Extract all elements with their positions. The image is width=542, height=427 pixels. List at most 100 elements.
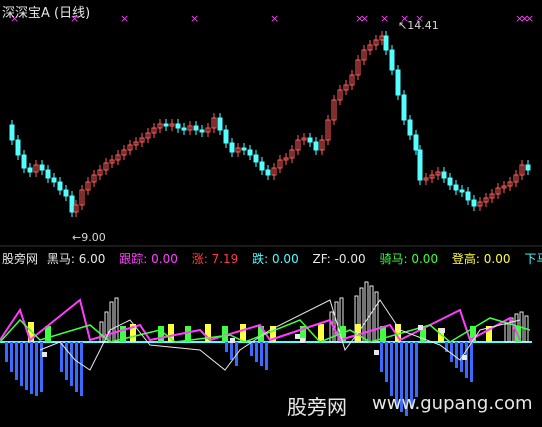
down-bar: [385, 342, 388, 382]
dismount-marker: [295, 334, 300, 339]
candle-body: [241, 147, 247, 151]
down-bar: [5, 342, 8, 362]
candle-body: [51, 177, 57, 183]
indicator-field-label: 跟踪:: [119, 252, 148, 266]
down-bar: [225, 342, 228, 352]
indicator-field-7: 下马: 0.00: [524, 252, 542, 266]
down-bar: [20, 342, 23, 386]
dismount-marker: [374, 350, 379, 355]
down-bar: [260, 342, 263, 366]
signal-marker: ×: [380, 12, 389, 25]
up-bar: [109, 301, 114, 343]
high-price-value: 14.41: [407, 19, 439, 32]
candle-body: [199, 129, 205, 133]
candle-body: [441, 171, 447, 179]
candle-body: [217, 117, 223, 131]
candle-body: [471, 199, 477, 207]
dismount-marker: [300, 338, 305, 343]
signal-marker: ×: [120, 12, 129, 25]
down-bar: [415, 342, 418, 397]
candle-body: [465, 191, 471, 201]
indicator-field-5: 骑马: 0.00: [379, 252, 443, 266]
indicator-legend: 股旁网 黑马: 6.00 跟踪: 0.00 涨: 7.19 跌: 0.00 ZF…: [2, 250, 542, 267]
candle-body: [413, 134, 419, 151]
indicator-field-0: 黑马: 6.00: [47, 252, 111, 266]
up-bar: [99, 321, 104, 343]
candle-body: [45, 169, 51, 179]
signal-marker: ×: [360, 12, 369, 25]
watermark-logo: 股旁网: [287, 395, 347, 419]
dismount-marker: [418, 325, 423, 330]
candle-body: [447, 177, 453, 186]
candle-body: [453, 184, 459, 191]
indicator-field-value: 0.00: [271, 252, 299, 266]
candle-body: [407, 119, 413, 136]
down-bar: [470, 342, 473, 382]
down-bar: [390, 342, 393, 396]
candle-body: [9, 124, 15, 141]
down-bar: [15, 342, 18, 380]
candle-body: [417, 149, 423, 181]
indicator-field-value: 6.00: [78, 252, 106, 266]
chart-title: 深深宝A (日线): [2, 6, 91, 21]
down-bar: [255, 342, 258, 362]
dismount-marker: [42, 352, 47, 357]
down-bar: [70, 342, 73, 386]
candle-body: [223, 129, 229, 144]
candle-body: [69, 195, 75, 213]
indicator-field-value: 0.00: [151, 252, 178, 266]
candle-body: [247, 149, 253, 156]
down-bar: [450, 342, 453, 362]
candle-body: [525, 164, 531, 171]
down-bar: [230, 342, 233, 360]
up-bar: [374, 291, 379, 343]
price-chart[interactable]: × × × × × ×× × × × ×××: [0, 0, 542, 427]
candle-body: [265, 169, 271, 176]
candle-body: [181, 127, 187, 131]
signal-marker: ×: [525, 12, 534, 25]
down-bar: [25, 342, 28, 390]
candle-body: [63, 189, 69, 197]
indicator-field-6: 登高: 0.00: [452, 252, 516, 266]
indicator-field-4: ZF: -0.00: [313, 252, 371, 266]
indicator-field-label: 跌:: [252, 252, 269, 266]
down-bar: [380, 342, 383, 372]
indicator-field-label: ZF:: [312, 252, 331, 266]
candle-body: [21, 154, 27, 169]
candle-body: [307, 137, 313, 143]
signal-marker: ×: [190, 12, 199, 25]
watermark-url: www.gupang.com: [372, 393, 533, 414]
indicator-field-value: 0.00: [411, 252, 439, 266]
signal-marker: ×: [270, 12, 279, 25]
indicator-name: 股旁网: [2, 252, 39, 266]
down-bar: [75, 342, 78, 392]
candle-body: [401, 94, 407, 121]
down-bar: [265, 342, 268, 370]
indicator-field-value: -0.00: [334, 252, 366, 266]
up-bar: [114, 297, 119, 343]
climb-line: [39, 299, 521, 371]
indicator-field-2: 涨: 7.19: [192, 252, 244, 266]
down-bar: [10, 342, 13, 372]
down-bar: [35, 342, 38, 396]
candle-body: [175, 123, 181, 129]
down-bar: [60, 342, 63, 372]
indicator-field-label: 涨:: [191, 252, 208, 266]
down-bar: [65, 342, 68, 380]
indicator-field-label: 登高:: [451, 252, 480, 266]
rider-line: [0, 317, 531, 343]
indicator-field-label: 黑马:: [46, 252, 75, 266]
candle-body: [259, 161, 265, 171]
stock-chart-window: × × × × × × × × × × × × × 深深宝A (日线) ↖14.41 ←9.00 股旁网…: [0, 0, 542, 427]
candle-body: [27, 167, 33, 173]
dismount-marker: [230, 338, 235, 343]
down-bar: [455, 342, 458, 368]
indicator-field-1: 跟踪: 0.00: [119, 252, 183, 266]
candle-body: [193, 125, 199, 131]
down-bar: [80, 342, 83, 396]
candle-body: [383, 35, 389, 51]
low-price-value: 9.00: [81, 231, 106, 244]
yellow-block: [318, 324, 324, 342]
up-bar: [504, 323, 509, 343]
down-bar: [250, 342, 253, 356]
